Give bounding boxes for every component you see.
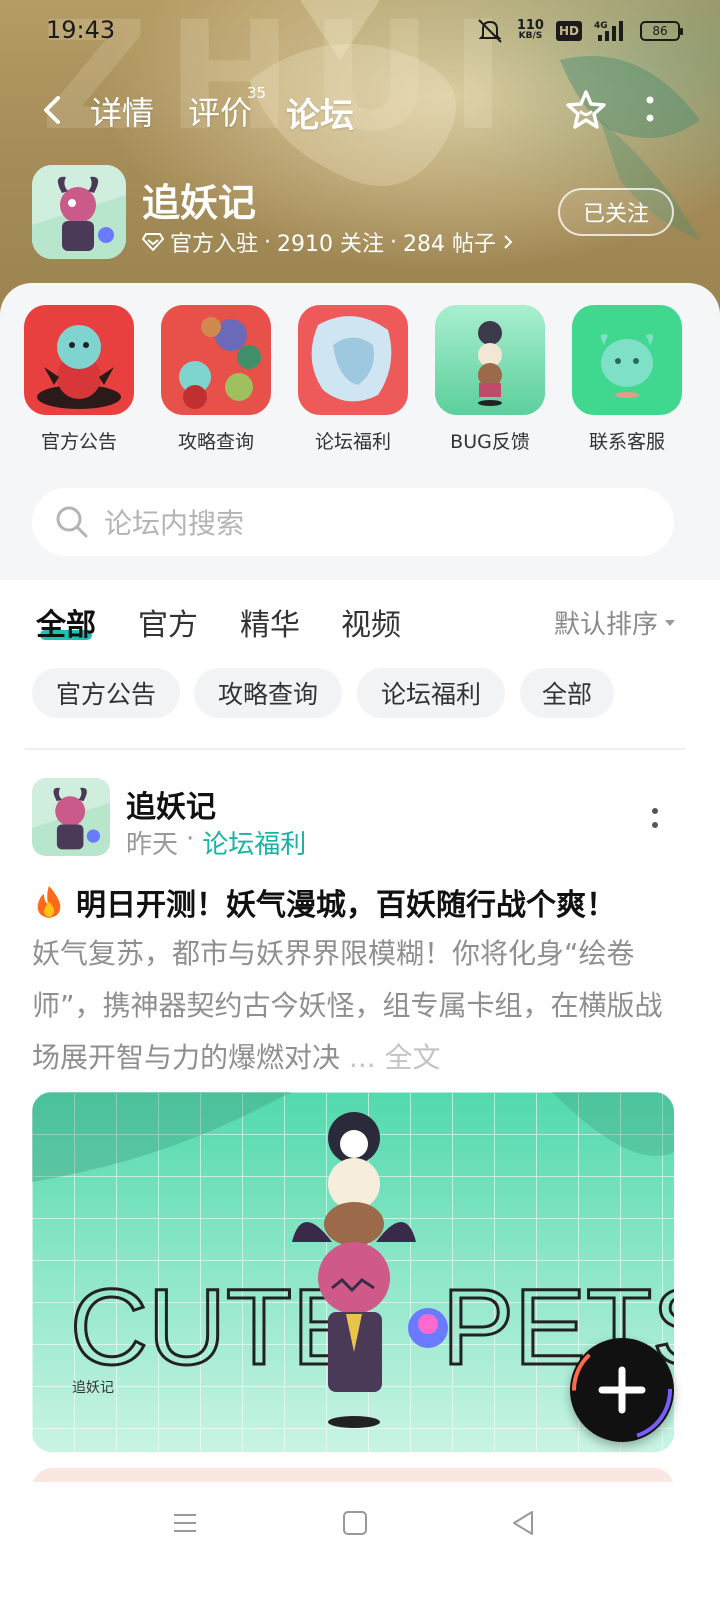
forum-search-input[interactable]: 论坛内搜索 <box>32 488 674 556</box>
back-arrow-icon[interactable] <box>38 92 68 128</box>
home-square-icon[interactable] <box>340 1508 370 1538</box>
shortcut-bug-report[interactable]: BUG反馈 <box>434 305 546 454</box>
official-diamond-icon <box>142 233 164 251</box>
search-icon <box>56 506 88 538</box>
reviews-count-badge: 35 <box>247 84 267 102</box>
post-title[interactable]: 明日开测！妖气漫城，百妖随行战个爽！ <box>32 880 616 924</box>
more-options-icon[interactable] <box>640 90 660 130</box>
tab-details[interactable]: 详情 <box>90 88 154 134</box>
read-more-link[interactable]: 全文 <box>385 1041 441 1074</box>
app-stats[interactable]: 官方入驻 · 2910 关注 · 284 帖子 <box>142 226 514 258</box>
tab-forum[interactable]: 论坛 <box>286 88 354 137</box>
top-navigation: 详情 评价 35 论坛 <box>0 80 720 140</box>
svg-text:4G: 4G <box>594 21 608 31</box>
post-more-icon[interactable] <box>648 804 662 834</box>
filter-tab-official[interactable]: 官方 <box>138 600 198 644</box>
author-avatar-image <box>32 778 110 856</box>
posts-count: 284 帖子 <box>403 232 496 257</box>
hd-badge: HD <box>555 21 582 41</box>
announcements-icon <box>24 305 134 415</box>
section-divider <box>25 748 685 750</box>
filter-tab-video[interactable]: 视频 <box>341 600 401 644</box>
network-speed: 110 KB/S <box>516 18 544 41</box>
battery-indicator: 86 <box>640 21 683 41</box>
customer-service-icon <box>572 305 682 415</box>
status-bar: 19:43 110 KB/S HD 4G 86 <box>0 0 720 62</box>
post-ellipsis: ... <box>348 1041 376 1074</box>
post-category[interactable]: 论坛福利 <box>202 824 306 861</box>
mute-icon <box>478 19 502 43</box>
shortcut-welfare[interactable]: 论坛福利 <box>297 305 409 454</box>
shortcut-announcements[interactable]: 官方公告 <box>23 305 135 454</box>
menu-icon[interactable] <box>170 1508 200 1538</box>
status-time: 19:43 <box>46 16 116 44</box>
guides-icon <box>161 305 271 415</box>
post-meta-separator: · <box>186 824 195 854</box>
welfare-icon <box>298 305 408 415</box>
system-navigation-bar <box>0 1482 720 1600</box>
back-triangle-icon[interactable] <box>508 1508 538 1538</box>
fire-icon <box>37 886 61 918</box>
post-author-name[interactable]: 追妖记 <box>126 782 216 826</box>
favorite-star-icon[interactable] <box>564 88 608 132</box>
chip-guides[interactable]: 攻略查询 <box>194 668 342 718</box>
follow-button[interactable]: 已关注 <box>558 188 674 236</box>
sort-dropdown[interactable]: 默认排序 <box>554 604 676 641</box>
official-label: 官方入驻 <box>170 232 259 257</box>
shortcut-customer-service[interactable]: 联系客服 <box>571 305 683 454</box>
chip-welfare[interactable]: 论坛福利 <box>357 668 505 718</box>
followers-count: 2910 关注 <box>277 232 384 257</box>
shortcut-guides[interactable]: 攻略查询 <box>160 305 272 454</box>
chevron-right-icon <box>504 235 513 249</box>
meta-separator: · <box>390 229 397 255</box>
bug-report-icon <box>435 305 545 415</box>
filter-tab-all[interactable]: 全部 <box>36 600 96 644</box>
plus-icon <box>572 1340 672 1440</box>
tab-reviews[interactable]: 评价 <box>188 88 252 134</box>
app-logo-image <box>32 165 126 259</box>
create-post-button[interactable] <box>570 1338 674 1442</box>
signal-icon: 4G <box>594 21 623 41</box>
chip-announcements[interactable]: 官方公告 <box>32 668 180 718</box>
meta-separator: · <box>264 229 272 255</box>
chip-all[interactable]: 全部 <box>520 668 614 718</box>
post-meta: 昨天 · 论坛福利 <box>126 824 306 861</box>
post-author-avatar[interactable] <box>32 778 110 856</box>
post-body[interactable]: 妖气复苏，都市与妖界界限模糊！你将化身“绘卷师”，携神器契约古今妖怪，组专属卡组… <box>32 928 682 1084</box>
post-time: 昨天 <box>126 830 179 860</box>
app-icon[interactable] <box>32 165 126 259</box>
svg-text:追妖记: 追妖记 <box>72 1380 114 1396</box>
search-placeholder: 论坛内搜索 <box>104 507 245 540</box>
dropdown-triangle-icon <box>665 619 676 626</box>
app-name: 追妖记 <box>142 181 257 225</box>
filter-tab-featured[interactable]: 精华 <box>240 600 300 644</box>
